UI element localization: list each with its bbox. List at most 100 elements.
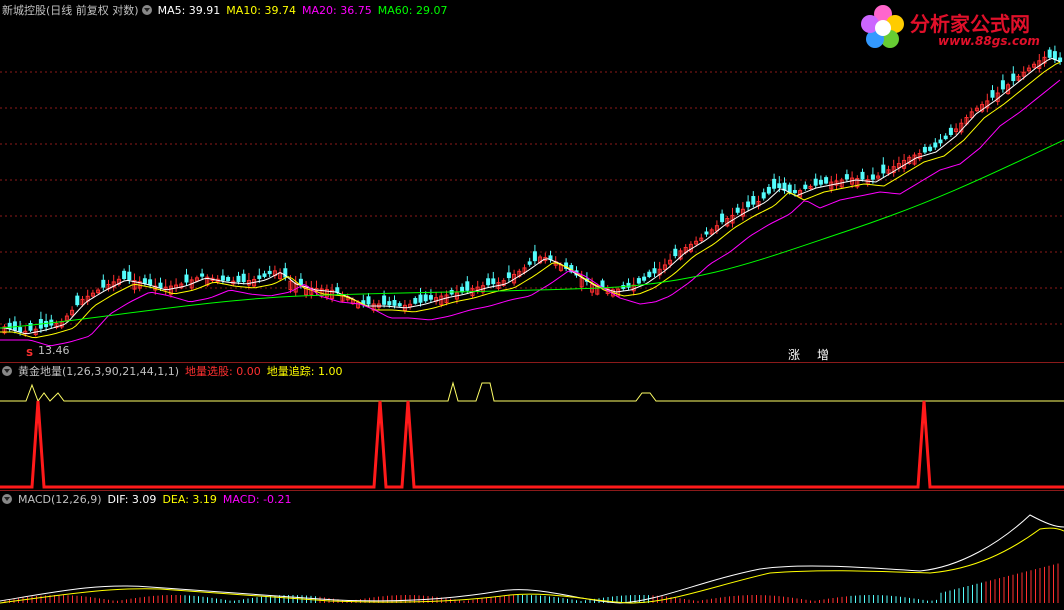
candle-body — [803, 184, 808, 189]
ma20-line — [0, 79, 1061, 347]
candle-body — [860, 171, 865, 180]
indicator-title: 黄金地量(1,26,3,90,21,44,1,1) — [18, 365, 180, 378]
candle-body — [200, 273, 205, 277]
candle-body — [387, 301, 392, 306]
indicator-panel[interactable]: 黄金地量(1,26,3,90,21,44,1,1) 地量选股: 0.00 地量追踪:… — [0, 362, 1064, 491]
candle-body — [486, 278, 491, 286]
candle-body — [704, 231, 709, 235]
s-marker: S — [26, 348, 34, 359]
macd-dropdown-icon[interactable] — [2, 494, 12, 504]
candle-body — [158, 282, 163, 289]
macd-dif-value: DIF: 3.09 — [107, 493, 157, 506]
candle-body — [818, 179, 823, 185]
candle-body — [101, 279, 106, 288]
candle-body — [943, 135, 948, 140]
main-chart-panel[interactable]: 新城控股(日线 前复权 对数) MA5: 39.91 MA10: 39.74 MA20… — [0, 0, 1064, 362]
site-logo: 分析家公式网 www.88gs.com — [858, 2, 1058, 54]
candle-body — [220, 275, 225, 281]
candle-body — [948, 127, 953, 135]
candle-body — [75, 295, 80, 306]
macd-dea-value: DEA: 3.19 — [162, 493, 217, 506]
stock-title: 新城控股(日线 前复权 对数) — [2, 4, 139, 17]
ma5-value: MA5: 39.91 — [157, 4, 221, 17]
candle-body — [491, 278, 496, 285]
candle-body — [813, 178, 818, 186]
candle-body — [720, 213, 725, 223]
candle-body — [647, 271, 652, 278]
zhang-marker: 涨 — [788, 348, 801, 362]
candle-body — [933, 142, 938, 148]
candle-body — [267, 270, 272, 275]
ma10-line — [0, 61, 1061, 339]
candle-body — [418, 294, 423, 303]
ma60-value: MA60: 29.07 — [377, 4, 448, 17]
candle-body — [777, 183, 782, 188]
ma10-value: MA10: 39.74 — [226, 4, 297, 17]
candle-body — [428, 295, 433, 300]
low-price-label: 13.46 — [38, 344, 70, 357]
price-chart[interactable] — [0, 0, 1064, 362]
indicator-select-value: 地量选股: 0.00 — [185, 365, 261, 378]
candle-body — [527, 261, 532, 265]
candle-body — [148, 279, 153, 286]
candle-body — [642, 276, 647, 281]
candle-body — [761, 192, 766, 199]
candle-body — [922, 146, 927, 153]
candle-body — [465, 281, 470, 291]
indicator-chart[interactable] — [0, 363, 1064, 491]
logo-name: 分析家公式网 — [910, 12, 1030, 36]
indicator-header: 黄金地量(1,26,3,90,21,44,1,1) 地量选股: 0.00 地量追踪:… — [2, 365, 348, 378]
candle-body — [142, 278, 147, 284]
macd-title: MACD(12,26,9) — [18, 493, 102, 506]
candle-body — [735, 207, 740, 213]
candle-body — [12, 321, 17, 331]
candle-body — [366, 296, 371, 305]
candle-body — [262, 273, 267, 277]
candle-body — [990, 90, 995, 98]
candle-body — [392, 299, 397, 306]
logo-url: www.88gs.com — [938, 34, 1040, 48]
candle-body — [241, 273, 246, 283]
candle-body — [673, 248, 678, 257]
select-signal-line — [0, 400, 1064, 489]
candle-body — [870, 174, 875, 180]
candle-body — [1000, 80, 1005, 90]
candle-body — [792, 190, 797, 194]
candle-body — [460, 286, 465, 293]
candle-body — [881, 164, 886, 174]
ma5-line — [0, 57, 1061, 335]
indicator-dropdown-icon[interactable] — [2, 366, 12, 376]
candle-body — [1011, 73, 1016, 82]
candle-body — [413, 298, 418, 304]
candle-body — [236, 275, 241, 283]
dif-line — [0, 514, 1064, 604]
indicator-track-value: 地量追踪: 1.00 — [266, 365, 343, 378]
candle-body — [18, 327, 23, 333]
macd-panel[interactable]: MACD(12,26,9) DIF: 3.09 DEA: 3.19 MACD: -0.… — [0, 490, 1064, 610]
ma20-value: MA20: 36.75 — [302, 4, 372, 17]
candle-body — [257, 275, 262, 279]
candle-body — [766, 186, 771, 194]
candle-body — [928, 146, 933, 151]
flower-logo-icon — [861, 5, 904, 48]
candle-body — [397, 303, 402, 307]
macd-macd-value: MACD: -0.21 — [222, 493, 292, 506]
candle-body — [636, 278, 641, 284]
candle-body — [532, 251, 537, 262]
candle-body — [652, 268, 657, 274]
main-chart-header: 新城控股(日线 前复权 对数) MA5: 39.91 MA10: 39.74 MA20… — [2, 4, 453, 17]
candle-body — [382, 295, 387, 305]
candle-body — [751, 196, 756, 205]
candle-body — [184, 274, 189, 283]
macd-chart[interactable] — [0, 491, 1064, 610]
dea-line — [0, 527, 1064, 604]
track-line — [0, 381, 1064, 403]
candle-body — [824, 177, 829, 184]
candle-body — [44, 321, 49, 328]
candle-body — [423, 294, 428, 302]
dropdown-circle-icon[interactable] — [141, 5, 152, 15]
candle-body — [506, 272, 511, 279]
zeng-marker: 增 — [817, 348, 830, 362]
candle-body — [844, 174, 849, 180]
candle-body — [772, 178, 777, 189]
